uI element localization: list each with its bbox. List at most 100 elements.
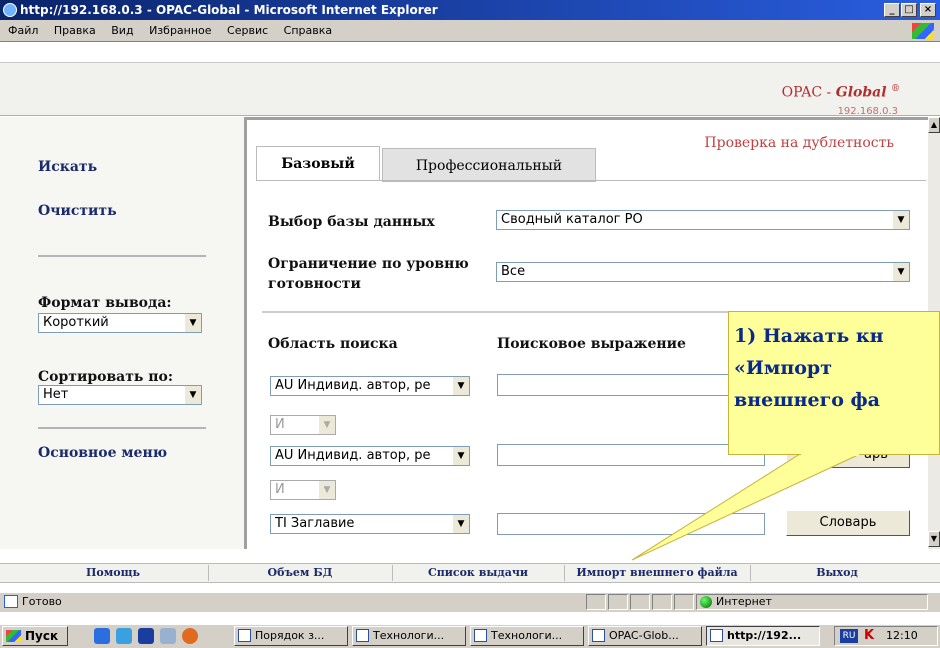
- chevron-down-icon: ▼: [184, 386, 201, 404]
- sort-label: Сортировать по:: [38, 369, 174, 385]
- status-panel: [652, 594, 672, 610]
- tab-basic[interactable]: Базовый: [256, 146, 380, 180]
- zone-text: Интернет: [716, 595, 772, 608]
- task-label: Технологи...: [373, 629, 445, 642]
- format-select[interactable]: Короткий ▼: [38, 313, 202, 333]
- search-field-select-1[interactable]: AU Индивид. автор, ре ▼: [270, 376, 470, 396]
- footer-separator: [564, 565, 565, 581]
- search-area-header: Область поиска: [268, 336, 398, 352]
- menu-favorites[interactable]: Избранное: [149, 24, 211, 37]
- ie-icon: [592, 629, 605, 642]
- menu-view[interactable]: Вид: [111, 24, 133, 37]
- status-panel: [608, 594, 628, 610]
- readiness-label-cont: готовности: [268, 276, 361, 292]
- window-title: http://192.168.0.3 - OPAC-Global - Micro…: [20, 3, 438, 17]
- operator-select-2[interactable]: И ▼: [270, 480, 336, 500]
- database-select-value: Сводный каталог РО: [501, 212, 643, 227]
- task-word-3[interactable]: Технологи...: [470, 626, 584, 646]
- checkout-list-link[interactable]: Список выдачи: [394, 566, 562, 580]
- callout-line-2: «Импорт: [734, 357, 832, 379]
- word-icon: [474, 629, 487, 642]
- search-expression-input-1[interactable]: [497, 374, 765, 396]
- search-field-value-2: AU Индивид. автор, ре: [275, 448, 431, 463]
- notepad-quicklaunch-icon[interactable]: [160, 628, 176, 644]
- operator-value-2: И: [275, 482, 285, 497]
- windows-logo-icon: [912, 23, 934, 39]
- readiness-select-value: Все: [501, 264, 526, 279]
- status-panel: [586, 594, 606, 610]
- language-indicator[interactable]: RU: [840, 629, 858, 643]
- database-select[interactable]: Сводный каталог РО ▼: [496, 210, 910, 230]
- maximize-button[interactable]: □: [901, 3, 917, 17]
- outlook-quicklaunch-icon[interactable]: [116, 628, 132, 644]
- scroll-down-icon[interactable]: ▼: [928, 531, 940, 547]
- antivirus-icon[interactable]: K: [864, 629, 878, 643]
- search-expression-input-3[interactable]: [497, 513, 765, 535]
- ie-quicklaunch-icon[interactable]: [94, 628, 110, 644]
- db-volume-link[interactable]: Объем БД: [210, 566, 390, 580]
- database-label: Выбор базы данных: [268, 214, 435, 230]
- sort-select[interactable]: Нет ▼: [38, 385, 202, 405]
- chevron-down-icon: ▼: [452, 377, 469, 395]
- callout-text: 1) Нажать кн «Импорт внешнего фа: [734, 320, 940, 416]
- task-label: Порядок з...: [255, 629, 325, 642]
- window-title-bar[interactable]: http://192.168.0.3 - OPAC-Global - Micro…: [0, 0, 940, 20]
- sidebar: Искать Очистить Формат вывода: Короткий …: [0, 117, 244, 549]
- exit-link[interactable]: Выход: [752, 566, 922, 580]
- menu-edit[interactable]: Правка: [54, 24, 96, 37]
- search-field-value-3: TI Заглавие: [275, 516, 355, 531]
- dictionary-button-3[interactable]: Словарь: [786, 510, 910, 536]
- search-field-select-3[interactable]: TI Заглавие ▼: [270, 514, 470, 534]
- import-external-file-link[interactable]: Импорт внешнего файла: [566, 566, 748, 580]
- format-select-value: Короткий: [43, 315, 109, 330]
- start-button[interactable]: Пуск: [2, 626, 68, 646]
- format-label: Формат вывода:: [38, 295, 172, 311]
- clear-link[interactable]: Очистить: [38, 203, 117, 219]
- task-ie-1[interactable]: OPAC-Glob...: [588, 626, 702, 646]
- sidebar-divider: [38, 427, 206, 429]
- word-icon: [238, 629, 251, 642]
- opac-logo: OPAC - Global ®: [781, 84, 900, 101]
- windows-logo-icon: [6, 630, 21, 642]
- footer-separator: [208, 565, 209, 581]
- internet-zone-icon: [700, 596, 712, 608]
- search-field-select-2[interactable]: AU Индивид. автор, ре ▼: [270, 446, 470, 466]
- ie-icon: [710, 629, 723, 642]
- sidebar-divider: [38, 255, 206, 257]
- task-word-2[interactable]: Технологи...: [352, 626, 466, 646]
- chevron-down-icon: ▼: [892, 263, 909, 281]
- main-menu-link[interactable]: Основное меню: [38, 445, 167, 461]
- task-ie-2[interactable]: http://192...: [706, 626, 820, 646]
- chevron-down-icon: ▼: [318, 481, 335, 499]
- menu-help[interactable]: Справка: [284, 24, 332, 37]
- callout-line-1: 1) Нажать кн: [734, 325, 884, 347]
- status-panel: [674, 594, 694, 610]
- scroll-up-icon[interactable]: ▲: [928, 117, 940, 133]
- clock: 12:10: [886, 629, 918, 642]
- menu-file[interactable]: Файл: [8, 24, 38, 37]
- tab-divider: [256, 180, 926, 181]
- menu-tools[interactable]: Сервис: [227, 24, 268, 37]
- chevron-down-icon: ▼: [892, 211, 909, 229]
- close-button[interactable]: ×: [920, 3, 936, 17]
- chevron-down-icon: ▼: [452, 447, 469, 465]
- tab-professional[interactable]: Профессиональный: [382, 148, 596, 182]
- search-expression-input-2[interactable]: [497, 444, 765, 466]
- search-link[interactable]: Искать: [38, 159, 97, 175]
- readiness-select[interactable]: Все ▼: [496, 262, 910, 282]
- start-label: Пуск: [25, 629, 59, 643]
- help-link[interactable]: Помощь: [20, 566, 206, 580]
- callout-line-3: внешнего фа: [734, 389, 880, 411]
- server-ip: 192.168.0.3: [837, 106, 898, 117]
- operator-select-1[interactable]: И ▼: [270, 415, 336, 435]
- word-quicklaunch-icon[interactable]: [138, 628, 154, 644]
- word-icon: [356, 629, 369, 642]
- duplicate-check-link[interactable]: Проверка на дублетность: [704, 135, 894, 151]
- search-expression-header: Поисковое выражение: [497, 336, 686, 352]
- menu-bar: Файл Правка Вид Избранное Сервис Справка: [0, 20, 940, 42]
- status-text: Готово: [22, 595, 62, 608]
- minimize-button[interactable]: _: [884, 3, 900, 17]
- firefox-quicklaunch-icon[interactable]: [182, 628, 198, 644]
- task-word-1[interactable]: Порядок з...: [234, 626, 348, 646]
- sort-select-value: Нет: [43, 387, 69, 402]
